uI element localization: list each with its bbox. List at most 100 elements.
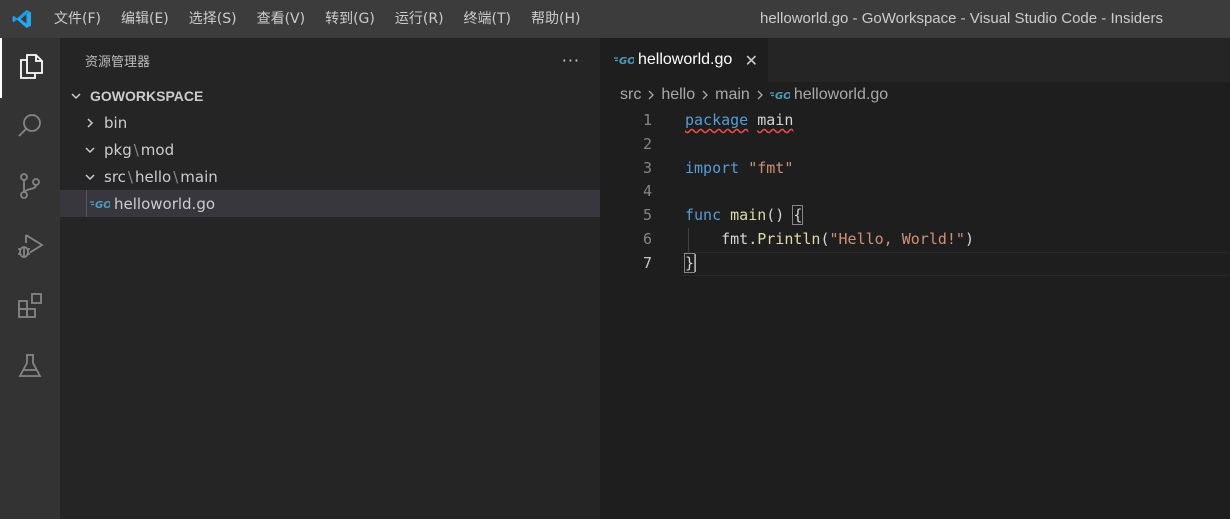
- path-separator: \: [133, 140, 139, 159]
- indent-guide: [688, 227, 689, 252]
- code-line[interactable]: 3 import "fmt": [600, 157, 1230, 181]
- line-number: 2: [642, 134, 652, 153]
- close-icon[interactable]: ✕: [742, 51, 760, 70]
- line-number: 1: [642, 111, 652, 129]
- breadcrumb-item[interactable]: hello: [661, 86, 695, 104]
- folder-label: bin: [104, 113, 128, 132]
- code-line[interactable]: 7}: [600, 251, 1230, 276]
- code-token: "Hello, World!": [829, 229, 965, 248]
- line-number: 7: [642, 253, 652, 272]
- activity-search[interactable]: [0, 98, 60, 158]
- code-line[interactable]: 6 fmt.Println("Hello, World!"): [600, 227, 1230, 252]
- code-token: package: [685, 111, 749, 129]
- files-icon: [16, 51, 46, 85]
- menu-go[interactable]: 转到(G): [315, 0, 385, 38]
- explorer-sidebar: 资源管理器 ··· GOWORKSPACE bin pkg \ mod src …: [60, 38, 600, 519]
- path-separator: \: [173, 167, 179, 186]
- path-separator: \: [127, 167, 133, 186]
- go-file-icon: GO: [90, 198, 110, 210]
- menu-terminal[interactable]: 终端(T): [454, 0, 521, 38]
- code-line[interactable]: 4: [600, 180, 1230, 204]
- editor-area: GO helloworld.go ✕ src hello main GO hel…: [600, 38, 1230, 519]
- tree-item-helloworld-go[interactable]: GO helloworld.go: [60, 190, 600, 217]
- code-token: fmt.: [685, 229, 758, 248]
- code-text: package main: [685, 109, 793, 133]
- tree-item-pkg-mod[interactable]: pkg \ mod: [60, 136, 600, 163]
- folder-label: src: [104, 167, 126, 186]
- indent-guide: [86, 190, 87, 217]
- menu-help[interactable]: 帮助(H): [521, 0, 590, 38]
- breadcrumb-item[interactable]: main: [715, 86, 750, 104]
- code-line[interactable]: 1 package main: [600, 109, 1230, 133]
- folder-label: mod: [140, 140, 175, 159]
- folder-label: main: [180, 167, 218, 186]
- menu-edit[interactable]: 编辑(E): [111, 0, 179, 38]
- code-editor[interactable]: 1 package main 2 3 import "fmt" 4 5 func main()…: [600, 109, 1230, 276]
- activity-testing[interactable]: [0, 338, 60, 398]
- activity-explorer[interactable]: [0, 38, 60, 98]
- menu-view[interactable]: 查看(V): [247, 0, 316, 38]
- line-number: 3: [642, 158, 652, 177]
- chevron-right-icon: [753, 89, 767, 101]
- code-line[interactable]: 5 func main() {: [600, 204, 1230, 228]
- go-file-icon: GO: [769, 89, 790, 101]
- title-bar: 文件(F) 编辑(E) 选择(S) 查看(V) 转到(G) 运行(R) 终端(T…: [0, 0, 1230, 38]
- folder-label: hello: [134, 167, 172, 186]
- code-token: ): [964, 229, 974, 248]
- code-token: {: [792, 205, 804, 226]
- activity-bar: [0, 38, 60, 519]
- code-token: Println: [757, 229, 821, 248]
- breadcrumb: src hello main GO helloworld.go: [600, 82, 1230, 108]
- more-actions-button[interactable]: ···: [562, 51, 580, 70]
- svg-text:GO: GO: [95, 200, 110, 210]
- vscode-logo-icon: [0, 0, 44, 38]
- code-token: func: [685, 206, 722, 225]
- extensions-icon: [15, 291, 45, 325]
- source-control-icon: [15, 171, 45, 205]
- code-line[interactable]: 2: [600, 133, 1230, 157]
- folder-label: pkg: [104, 140, 132, 159]
- breadcrumb-item[interactable]: helloworld.go: [794, 86, 888, 104]
- code-token: import: [685, 158, 740, 177]
- code-token: "fmt": [748, 158, 794, 177]
- menu-selection[interactable]: 选择(S): [179, 0, 247, 38]
- svg-text:GO: GO: [775, 91, 790, 101]
- flask-icon: [15, 351, 45, 385]
- text-cursor: [694, 254, 697, 273]
- code-token: main: [730, 206, 767, 225]
- tab-label: helloworld.go: [638, 51, 733, 68]
- line-number: 4: [642, 182, 652, 201]
- breadcrumb-item[interactable]: src: [620, 86, 641, 104]
- svg-text:GO: GO: [619, 56, 634, 66]
- tab-helloworld-go[interactable]: GO helloworld.go ✕: [600, 38, 769, 82]
- tree-item-src-hello-main[interactable]: src \ hello \ main: [60, 163, 600, 190]
- activity-source-control[interactable]: [0, 158, 60, 218]
- go-file-icon: GO: [614, 54, 634, 66]
- workspace-section-header[interactable]: GOWORKSPACE: [60, 82, 600, 109]
- code-text: func main() {: [685, 204, 804, 228]
- line-number: 6: [642, 229, 652, 248]
- chevron-down-icon: [68, 88, 84, 104]
- window-title: helloworld.go - GoWorkspace - Visual Stu…: [760, 10, 1163, 27]
- menu-file[interactable]: 文件(F): [44, 0, 111, 38]
- editor-tabs: GO helloworld.go ✕: [600, 38, 1230, 82]
- file-label: helloworld.go: [114, 194, 216, 213]
- menu-run[interactable]: 运行(R): [385, 0, 454, 38]
- sidebar-header: 资源管理器 ···: [60, 38, 600, 82]
- tree-item-bin[interactable]: bin: [60, 109, 600, 136]
- search-icon: [15, 111, 45, 145]
- activity-extensions[interactable]: [0, 278, 60, 338]
- line-number: 5: [642, 206, 652, 225]
- menubar: 文件(F) 编辑(E) 选择(S) 查看(V) 转到(G) 运行(R) 终端(T…: [44, 0, 590, 38]
- chevron-right-icon: [644, 89, 658, 101]
- sidebar-title: 资源管理器: [85, 54, 151, 70]
- activity-run-debug[interactable]: [0, 218, 60, 278]
- workspace-name: GOWORKSPACE: [90, 87, 204, 104]
- code-token: main: [757, 111, 794, 129]
- chevron-right-icon: [698, 89, 712, 101]
- chevron-right-icon: [82, 115, 98, 131]
- code-text: fmt.Println("Hello, World!"): [685, 228, 974, 252]
